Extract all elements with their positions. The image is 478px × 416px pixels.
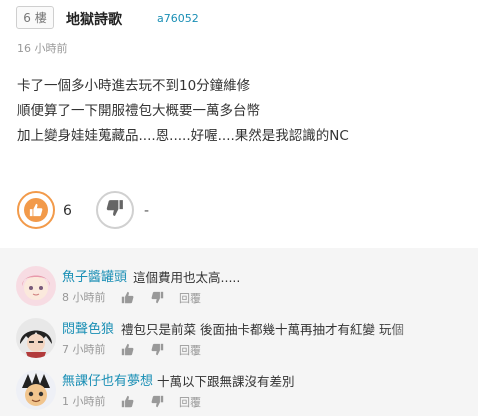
reply-button[interactable]: 回覆 [179, 394, 201, 410]
dislike-button[interactable] [96, 191, 134, 229]
like-count: 6 [63, 203, 72, 219]
thumbs-up-icon[interactable] [119, 393, 135, 409]
thumbs-down-icon[interactable] [149, 341, 165, 357]
reply-item: 悶聲色狼 禮包只是前菜 後面抽卡都幾十萬再抽才有紅變 玩個 7 小時前 回覆 [0, 314, 478, 368]
thumbs-down-icon [106, 199, 124, 221]
avatar[interactable] [16, 370, 56, 410]
reply-timestamp: 8 小時前 [62, 291, 106, 304]
reply-button[interactable]: 回覆 [179, 342, 201, 358]
reply-list: 魚子醬罐頭 這個費用也太高..... 8 小時前 回覆 悶聲色狼 禮包只是前菜 … [0, 248, 478, 416]
text-fade-overlay [384, 316, 454, 342]
reply-author-name[interactable]: 無課仔也有夢想 [62, 370, 153, 389]
reply-author-name[interactable]: 魚子醬罐頭 [62, 266, 127, 285]
content-line: 順便算了一下開服禮包大概要一萬多台幣 [17, 103, 260, 119]
reply-item: 魚子醬罐頭 這個費用也太高..... 8 小時前 回覆 [0, 262, 478, 316]
thumbs-up-icon[interactable] [119, 289, 135, 305]
reply-text: 十萬以下跟無課沒有差別 [157, 374, 295, 389]
content-line: 加上變身娃娃蒐藏品....恩.....好喔....果然是我認識的NC [17, 128, 349, 144]
post-timestamp: 16 小時前 [17, 42, 68, 55]
comment-post: 6 樓 地獄詩歌 a76052 16 小時前 卡了一個多小時進去玩不到10分鐘維… [0, 0, 478, 248]
reply-item: 無課仔也有夢想 十萬以下跟無課沒有差別 1 小時前 回覆 [0, 366, 478, 416]
dislike-count: - [144, 203, 150, 219]
like-button[interactable] [17, 191, 55, 229]
avatar[interactable] [16, 266, 56, 306]
post-content: 卡了一個多小時進去玩不到10分鐘維修 順便算了一下開服禮包大概要一萬多台幣 加上… [17, 74, 467, 149]
content-line: 卡了一個多小時進去玩不到10分鐘維修 [17, 78, 251, 94]
thumbs-down-icon[interactable] [149, 393, 165, 409]
thumbs-down-icon[interactable] [149, 289, 165, 305]
floor-badge: 6 樓 [16, 6, 54, 29]
reply-author-name[interactable]: 悶聲色狼 [62, 318, 114, 337]
author-id[interactable]: a76052 [157, 12, 199, 25]
avatar[interactable] [16, 318, 56, 358]
reply-timestamp: 1 小時前 [62, 395, 106, 408]
thumbs-up-icon[interactable] [119, 341, 135, 357]
reply-timestamp: 7 小時前 [62, 343, 106, 356]
reply-button[interactable]: 回覆 [179, 290, 201, 306]
reply-text: 這個費用也太高..... [133, 270, 241, 285]
thumbs-up-icon [24, 198, 48, 222]
author-name[interactable]: 地獄詩歌 [66, 9, 122, 29]
